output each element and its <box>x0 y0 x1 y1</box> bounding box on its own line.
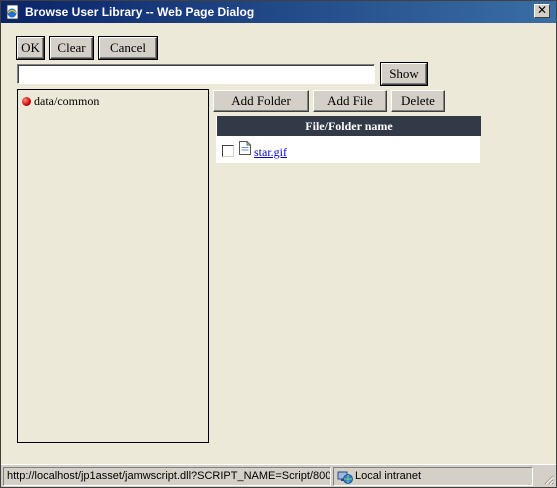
window-title: Browse User Library -- Web Page Dialog <box>25 5 255 19</box>
status-url: http://localhost/jp1asset/jamwscript.dll… <box>3 467 331 486</box>
dialog-content: OK Clear Cancel Show data/common Add Fol… <box>5 23 554 463</box>
folder-tree[interactable]: data/common <box>17 89 209 443</box>
close-button[interactable]: ✕ <box>534 4 550 18</box>
file-link[interactable]: star.gif <box>254 145 287 160</box>
tree-item-data-common[interactable]: data/common <box>22 94 99 109</box>
file-checkbox[interactable] <box>222 145 234 157</box>
delete-button[interactable]: Delete <box>391 90 445 112</box>
status-bar: http://localhost/jp1asset/jamwscript.dll… <box>1 464 556 487</box>
title-bar[interactable]: Browse User Library -- Web Page Dialog ✕ <box>1 1 556 23</box>
file-icon <box>239 141 251 155</box>
ok-button[interactable]: OK <box>16 36 45 60</box>
zone-label: Local intranet <box>355 470 422 482</box>
close-icon: ✕ <box>536 3 548 17</box>
dialog-window: Browse User Library -- Web Page Dialog ✕… <box>0 0 557 488</box>
file-table-header: File/Folder name <box>217 116 481 136</box>
add-folder-button[interactable]: Add Folder <box>213 90 309 112</box>
table-row: star.gif <box>216 138 480 162</box>
red-bullet-icon <box>22 97 31 106</box>
cancel-button[interactable]: Cancel <box>98 36 158 60</box>
file-table: File/Folder name star.gif <box>215 115 481 164</box>
security-zone: Local intranet <box>333 467 533 486</box>
tree-item-label: data/common <box>34 94 100 108</box>
ie-page-icon <box>6 4 19 20</box>
clear-button[interactable]: Clear <box>49 36 94 60</box>
intranet-globe-icon <box>337 471 353 484</box>
show-button[interactable]: Show <box>380 62 428 86</box>
resize-grip-icon[interactable] <box>542 473 554 485</box>
path-input[interactable] <box>17 64 375 84</box>
add-file-button[interactable]: Add File <box>313 90 387 112</box>
